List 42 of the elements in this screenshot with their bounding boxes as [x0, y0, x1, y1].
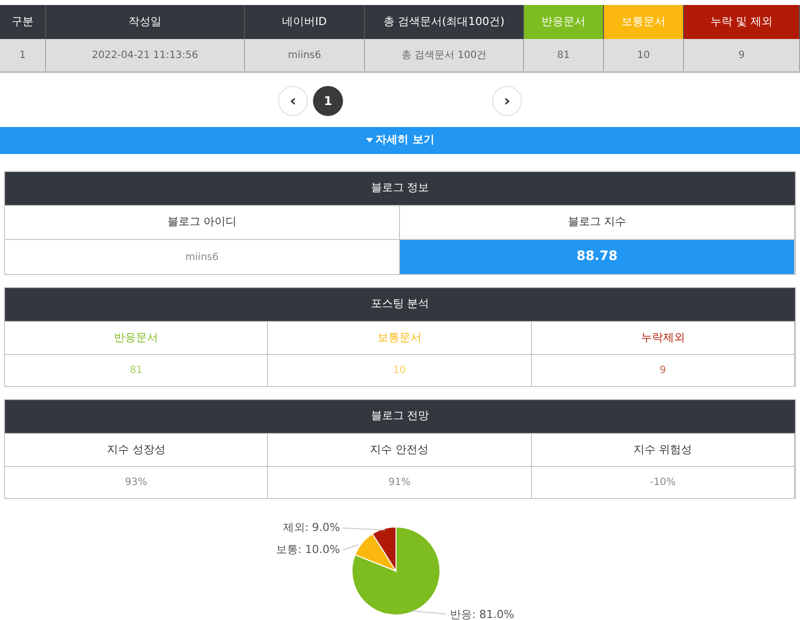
table-cell: 지수 안전성: [268, 433, 532, 466]
table-cell: 반응문서: [5, 321, 268, 354]
slice-label: 보통: 10.0%: [276, 543, 340, 556]
column-header: 총 검색문서(최대100건): [365, 5, 524, 39]
section-title: 블로그 정보: [5, 172, 795, 205]
leader-line: [342, 528, 386, 530]
section-title: 블로그 전망: [5, 400, 795, 433]
table-cell: 93%: [5, 466, 268, 498]
leader-line: [342, 544, 358, 550]
slice-label: 제외: 9.0%: [282, 521, 340, 534]
table-cell: 81: [524, 39, 604, 71]
table-cell: 91%: [268, 466, 532, 498]
table-cell: -10%: [532, 466, 795, 498]
table-cell: 지수 위험성: [532, 433, 795, 466]
table-cell: 누락제외: [532, 321, 795, 354]
count-text: 10: [393, 364, 406, 378]
column-header: 누락 및 제외: [684, 5, 800, 39]
column-header: 네이버ID: [245, 5, 365, 39]
table-cell: miins6: [245, 39, 365, 71]
previous-page-button[interactable]: ‹: [278, 86, 308, 116]
next-page-button[interactable]: ›: [492, 86, 522, 116]
table-cell: 블로그 아이디: [5, 205, 400, 239]
page-button[interactable]: 1: [313, 86, 343, 116]
column-header: 구분: [0, 5, 46, 39]
slice-label: 반응: 81.0%: [450, 608, 514, 620]
caret-down-icon: [366, 138, 373, 143]
table-cell: 지수 성장성: [5, 433, 268, 466]
section-title: 포스팅 분석: [5, 288, 795, 321]
table-cell: miins6: [5, 239, 400, 274]
table-cell: 총 검색문서 100건: [365, 39, 524, 71]
column-header: 반응문서: [524, 5, 604, 39]
count-text: 9: [660, 364, 666, 378]
table-cell: 9: [684, 39, 800, 71]
leader-line: [412, 610, 446, 614]
count-text: 81: [130, 364, 143, 378]
table-cell: 2022-04-21 11:13:56: [46, 39, 245, 71]
table-cell: 10: [604, 39, 684, 71]
column-header: 작성일: [46, 5, 245, 39]
column-header: 보통문서: [604, 5, 684, 39]
table-cell: 88.78: [400, 239, 795, 274]
table-cell: 보통문서: [268, 321, 532, 354]
table-cell: 1: [0, 39, 46, 71]
